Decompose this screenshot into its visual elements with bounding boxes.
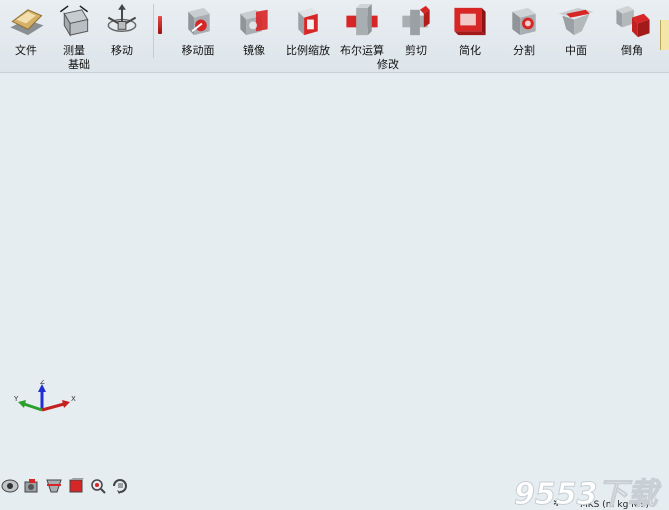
simplify-label: 简化 (459, 44, 481, 57)
section-icon (46, 479, 62, 493)
ribbon-collapse-tab[interactable] (660, 20, 669, 50)
shading-button[interactable] (66, 476, 86, 496)
cut-label: 剪切 (405, 44, 427, 57)
ribbon-scroll-handle[interactable] (158, 16, 162, 34)
mirror-label: 镜像 (243, 44, 265, 57)
chamfer-label: 倒角 (621, 44, 643, 57)
midsurface-label: 中面 (565, 44, 587, 57)
view-icon (1, 479, 19, 493)
axis-z-label: Z (40, 380, 45, 386)
scale-button[interactable]: 比例缩放 (282, 0, 334, 58)
file-button[interactable]: 文件 (0, 0, 52, 58)
axis-y-label: Y (14, 395, 19, 403)
file-icon (10, 9, 44, 36)
move-button[interactable]: 移动 (96, 0, 148, 58)
measure-icon (59, 5, 89, 37)
mirror-icon (240, 9, 268, 36)
zoom-button[interactable] (88, 476, 108, 496)
zoom-icon (91, 479, 106, 494)
view-toolbar (0, 476, 130, 498)
axis-triad: Z X Y (14, 380, 76, 412)
split-icon (512, 7, 536, 36)
move-face-button[interactable]: 移动面 (172, 0, 224, 58)
3d-viewport[interactable] (0, 73, 669, 476)
move-face-icon (188, 7, 210, 36)
camera-button[interactable] (22, 476, 42, 496)
file-label: 文件 (15, 44, 37, 57)
scale-label: 比例缩放 (286, 44, 330, 57)
section-button[interactable] (44, 476, 64, 496)
split-label: 分割 (513, 44, 535, 57)
cut-icon (402, 5, 430, 36)
group-label-modify: 修改 (377, 58, 399, 71)
simplify-button[interactable]: 简化 (444, 0, 496, 58)
mirror-button[interactable]: 镜像 (228, 0, 280, 58)
midsurface-icon (558, 7, 594, 36)
group-separator (153, 4, 154, 58)
ribbon-toolbar: 文件 测量 移动 基础 移动面 镜像 比例缩放 布尔运算 剪切 简化 分割 中面… (0, 0, 669, 73)
site-watermark: 9553下载 (514, 477, 662, 510)
group-label-basic: 基础 (68, 58, 90, 71)
shading-icon (69, 478, 84, 493)
boolean-button[interactable]: 布尔运算 (336, 0, 388, 58)
watermark-text: 9553下载 (514, 477, 661, 510)
axis-x-label: X (71, 395, 76, 403)
move-label: 移动 (111, 44, 133, 57)
boolean-icon (346, 3, 378, 36)
cut-button[interactable]: 剪切 (390, 0, 442, 58)
midsurface-button[interactable]: 中面 (550, 0, 602, 58)
chamfer-button[interactable]: 倒角 (606, 0, 658, 58)
view-button[interactable] (0, 476, 20, 496)
rotate-icon (113, 479, 127, 494)
move-face-label: 移动面 (181, 44, 215, 57)
measure-button[interactable]: 测量 (48, 0, 100, 58)
simplify-icon (454, 7, 486, 36)
chamfer-icon (616, 5, 650, 38)
scale-icon (298, 7, 318, 36)
move-icon (107, 3, 137, 32)
rotate-button[interactable] (110, 476, 130, 496)
camera-icon (24, 479, 38, 493)
split-button[interactable]: 分割 (498, 0, 550, 58)
